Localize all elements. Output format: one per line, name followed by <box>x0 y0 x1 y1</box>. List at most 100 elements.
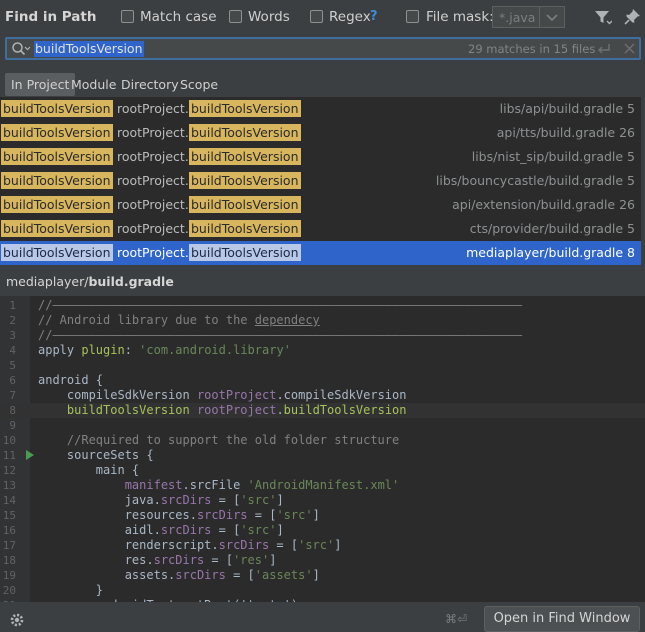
code-token: //——————————————————————————————————————… <box>38 298 523 312</box>
search-field[interactable]: buildToolsVersion 29 matches in 15 files <box>5 37 641 60</box>
result-context: rootProject. <box>117 173 189 188</box>
match-highlight: buildToolsVersion <box>189 244 301 261</box>
code-token: buildToolsVersion <box>38 403 197 417</box>
code-text: assets.srcDirs = ['assets'] <box>38 568 320 583</box>
result-context: rootProject. <box>117 197 189 212</box>
result-row[interactable]: buildToolsVersion rootProject. buildToolsV… <box>0 97 641 121</box>
code-line: 5 <box>0 358 645 373</box>
code-text: compileSdkVersion rootProject.compileSdk… <box>38 388 407 403</box>
code-token: ] <box>269 553 277 567</box>
regex-label[interactable]: Regex <box>329 9 371 25</box>
code-token: = [ <box>247 508 277 522</box>
match-case-checkbox[interactable] <box>121 10 134 23</box>
result-row[interactable]: buildToolsVersion rootProject. buildToolsV… <box>0 169 641 193</box>
line-number: 9 <box>9 419 16 432</box>
line-number: 2 <box>9 314 16 327</box>
code-token: = [ <box>211 523 241 537</box>
file-mask-combo[interactable]: *.java <box>492 6 565 28</box>
search-icon[interactable] <box>11 41 31 61</box>
code-token: srcDirs <box>196 508 248 522</box>
code-line: 4 apply plugin: 'com.android.library' <box>0 343 645 358</box>
code-text: main { <box>38 463 139 478</box>
code-token: manifest <box>38 478 183 492</box>
result-context: rootProject. <box>117 125 189 140</box>
code-text: renderscript.srcDirs = ['src'] <box>38 538 342 553</box>
results-list: buildToolsVersion rootProject. buildToolsV… <box>0 97 645 265</box>
run-gutter-icon[interactable] <box>26 450 34 460</box>
tab-module[interactable]: Module <box>71 73 116 96</box>
result-file-path: libs/api/build.gradle 5 <box>499 101 635 116</box>
code-line: 14 java.srcDirs = ['src'] <box>0 493 645 508</box>
code-token: = [ <box>269 538 299 552</box>
gear-icon[interactable] <box>9 612 25 632</box>
line-number: 10 <box>2 434 16 447</box>
code-preview[interactable]: 1 //—————————————————————————————————————… <box>0 296 645 602</box>
file-mask-checkbox[interactable] <box>406 10 419 23</box>
code-token: ] <box>334 538 342 552</box>
match-highlight: buildToolsVersion <box>189 172 301 189</box>
search-input[interactable]: buildToolsVersion <box>34 41 144 57</box>
result-file-path: libs/bouncycastle/build.gradle 5 <box>435 173 635 188</box>
line-number: 3 <box>9 329 16 342</box>
code-token: 'src' <box>240 493 277 507</box>
code-token: = [ <box>204 553 234 567</box>
open-in-find-window-button[interactable]: Open in Find Window <box>484 606 640 632</box>
code-line: 20 } <box>0 583 645 598</box>
code-token: assets. <box>38 568 176 582</box>
code-text: manifest.srcFile 'AndroidManifest.xml' <box>38 478 400 493</box>
preview-dir: mediaplayer/ <box>6 274 89 289</box>
code-text: buildToolsVersion rootProject.buildTools… <box>38 403 407 418</box>
result-row[interactable]: buildToolsVersion rootProject. buildToolsV… <box>0 241 641 265</box>
words-label[interactable]: Words <box>248 9 290 25</box>
tab-scope[interactable]: Scope <box>180 73 218 96</box>
result-file-path: api/tts/build.gradle 26 <box>496 125 635 140</box>
regex-help-link[interactable]: ? <box>370 9 378 24</box>
find-header: Find in Path Match case Words Regex ? Fi… <box>0 0 645 36</box>
result-row[interactable]: buildToolsVersion rootProject. buildToolsV… <box>0 193 641 217</box>
words-checkbox[interactable] <box>229 10 242 23</box>
code-token: // Android library due to the <box>38 313 255 327</box>
code-token: buildToolsVersion <box>283 403 407 417</box>
code-token: srcDirs <box>175 568 226 582</box>
pin-icon[interactable] <box>624 8 641 29</box>
code-token: apply <box>38 343 82 357</box>
file-mask-value: *.java <box>499 10 536 25</box>
code-token: res. <box>38 553 154 567</box>
result-row[interactable]: buildToolsVersion rootProject. buildToolsV… <box>0 217 641 241</box>
code-text: // Android library due to the dependecy <box>38 313 320 328</box>
code-token: aidl. <box>38 523 161 537</box>
line-number: 19 <box>2 569 16 582</box>
line-number: 14 <box>2 494 16 507</box>
code-line: 17 renderscript.srcDirs = ['src'] <box>0 538 645 553</box>
code-token: //——————————————————————————————————————… <box>38 328 523 342</box>
code-text: android { <box>38 373 103 388</box>
code-token: = [ <box>211 493 241 507</box>
code-token: srcDirs <box>153 553 205 567</box>
footer-bar: ⌘⏎ Open in Find Window <box>0 602 645 632</box>
result-row[interactable]: buildToolsVersion rootProject. buildToolsV… <box>0 145 641 169</box>
tab-in-project[interactable]: In Project <box>5 73 76 96</box>
match-highlight: buildToolsVersion <box>1 196 113 213</box>
match-highlight: buildToolsVersion <box>1 244 113 261</box>
line-number: 11 <box>2 449 16 462</box>
match-highlight: buildToolsVersion <box>189 124 301 141</box>
result-file-path: cts/provider/build.gradle 5 <box>469 221 635 236</box>
dropdown-arrow-icon[interactable] <box>539 7 564 27</box>
results-scrollbar[interactable] <box>641 97 645 265</box>
regex-checkbox[interactable] <box>310 10 323 23</box>
match-case-label[interactable]: Match case <box>140 9 217 25</box>
code-line: 9 <box>0 418 645 433</box>
code-token: } <box>38 583 104 597</box>
line-number: 13 <box>2 479 16 492</box>
preview-file: build.gradle <box>88 274 174 289</box>
line-number: 1 <box>9 299 16 312</box>
enter-icon[interactable] <box>596 42 612 60</box>
code-line: 11 sourceSets { <box>0 448 645 463</box>
clear-icon[interactable] <box>624 43 635 58</box>
result-row[interactable]: buildToolsVersion rootProject. buildToolsV… <box>0 121 641 145</box>
file-mask-label[interactable]: File mask: <box>426 9 494 25</box>
tab-directory[interactable]: Directory <box>121 73 179 96</box>
filter-icon[interactable] <box>594 9 613 29</box>
code-text: //——————————————————————————————————————… <box>38 328 522 343</box>
match-highlight: buildToolsVersion <box>189 100 301 117</box>
